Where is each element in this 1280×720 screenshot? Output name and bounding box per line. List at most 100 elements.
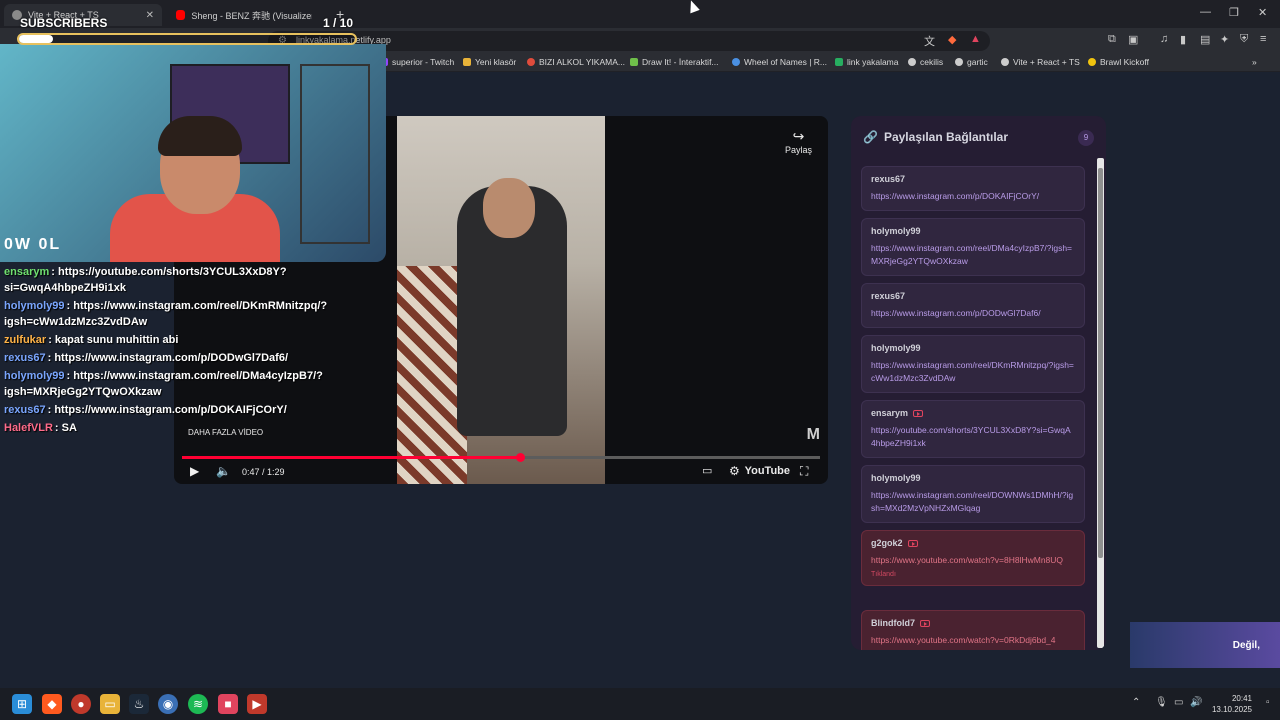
youtube-icon: [907, 539, 918, 547]
chat-username: zulfukar: [4, 334, 47, 346]
link-card[interactable]: holymoly99 https://www.instagram.com/reel…: [861, 218, 1085, 276]
link-card[interactable]: rexus67 https://www.instagram.com/p/DODwG…: [861, 283, 1085, 328]
chat-username: holymoly99: [4, 300, 65, 312]
speaker-icon[interactable]: 🔊: [1190, 697, 1202, 708]
link-url[interactable]: https://www.youtube.com/watch?v=8H8lHwMn…: [871, 554, 1075, 567]
folder-icon: [463, 58, 471, 66]
duration: 1:29: [267, 467, 285, 477]
link-username: rexus67: [871, 291, 906, 301]
link-username: holymoly99: [871, 226, 921, 236]
bookmark-item[interactable]: gartic: [955, 57, 988, 67]
chat-message: holymoly99: https://www.instagram.com/re…: [4, 368, 384, 400]
link-card[interactable]: ensarym https://youtube.com/shorts/3YCUL3…: [861, 400, 1085, 458]
chat-separator: :: [51, 266, 58, 278]
play-icon[interactable]: ▶: [190, 464, 199, 478]
youtube-logo[interactable]: YouTube: [745, 465, 790, 477]
cam-logo: 0W 0L: [4, 236, 62, 253]
bookmark-item[interactable]: Wheel of Names | R...: [732, 57, 827, 67]
steam-icon[interactable]: ♨: [129, 694, 149, 714]
minimize-icon[interactable]: —: [1200, 6, 1211, 18]
bookmark-item[interactable]: Draw It! - İnteraktif...: [630, 57, 719, 67]
link-username: g2gok2: [871, 538, 903, 548]
sidebar-icon[interactable]: ▮: [1180, 33, 1186, 46]
link-icon: 🔗: [863, 130, 878, 144]
wallet-icon[interactable]: ▤: [1200, 33, 1210, 46]
subscribers-progress-bar: [17, 33, 357, 45]
vpn-icon[interactable]: ⛨: [1240, 33, 1248, 46]
scrollbar-thumb[interactable]: [1098, 168, 1103, 558]
video-editor-icon[interactable]: ▶: [247, 694, 267, 714]
wheel-icon: [732, 58, 740, 66]
subtitles-icon[interactable]: ▭: [702, 464, 712, 477]
link-card[interactable]: Blindfold7 https://www.youtube.com/watch?…: [861, 610, 1085, 650]
discord-icon[interactable]: ◉: [158, 694, 178, 714]
menu-icon[interactable]: ≡: [1260, 33, 1266, 45]
subscribers-progress-fill: [19, 35, 53, 43]
link-url[interactable]: https://youtube.com/shorts/3YCUL3XxD8Y?s…: [871, 424, 1075, 450]
bookmark-item[interactable]: cekilis: [908, 57, 943, 67]
link-card[interactable]: holymoly99 https://www.instagram.com/reel…: [861, 335, 1085, 393]
bookmarks-overflow-icon[interactable]: »: [1252, 57, 1257, 67]
share-button[interactable]: ↪ Paylaş: [785, 128, 812, 155]
progress-bar[interactable]: [182, 453, 820, 462]
spotify-icon[interactable]: ≋: [188, 694, 208, 714]
link-username-row: holymoly99: [871, 226, 1075, 236]
windows-start-icon[interactable]: ⊞: [12, 694, 32, 714]
bookmark-item[interactable]: superior - Twitch: [380, 57, 454, 67]
chat-username: holymoly99: [4, 370, 65, 382]
bookmark-item[interactable]: Brawl Kickoff: [1088, 57, 1149, 67]
screenshot-icon[interactable]: ▣: [1128, 33, 1138, 46]
volume-icon[interactable]: 🔈: [216, 464, 231, 478]
tab-youtube[interactable]: Sheng - BENZ 奔驰 (Visualizer) - You: [168, 4, 320, 26]
stream-app-icon[interactable]: ■: [218, 694, 238, 714]
fullscreen-icon[interactable]: ⛶: [800, 464, 808, 479]
panel-header: 🔗 Paylaşılan Bağlantılar: [863, 130, 1008, 144]
microphone-icon[interactable]: 🎙: [1155, 697, 1168, 708]
youtube-icon: [913, 409, 924, 417]
bookmark-item[interactable]: BIZI ALKOL YIKAMA...: [527, 57, 625, 67]
maximize-icon[interactable]: ❐: [1229, 6, 1239, 19]
link-url[interactable]: https://www.instagram.com/p/DOKAIFjCOrY/: [871, 190, 1075, 203]
bookmark-item[interactable]: Yeni klasör: [463, 57, 516, 67]
link-url[interactable]: https://www.instagram.com/reel/DMa4cyIzp…: [871, 242, 1075, 268]
extensions-icon[interactable]: ⧉: [1108, 33, 1116, 46]
chat-text: https://www.instagram.com/p/DOKAIFjCOrY/: [54, 404, 287, 416]
chat-username: rexus67: [4, 352, 46, 364]
link-card[interactable]: holymoly99 https://www.instagram.com/reel…: [861, 465, 1085, 523]
close-tab-icon[interactable]: ✕: [146, 10, 154, 21]
link-url[interactable]: https://www.youtube.com/watch?v=0RkDdj6b…: [871, 634, 1075, 647]
media-icon[interactable]: ♫: [1160, 33, 1168, 45]
file-explorer-icon[interactable]: ▭: [100, 694, 120, 714]
tray-overflow-icon[interactable]: ⌃: [1132, 697, 1140, 708]
brave-shield-icon[interactable]: ◆: [948, 33, 956, 46]
network-icon[interactable]: ▭: [1174, 697, 1183, 708]
link-username-row: rexus67: [871, 291, 1075, 301]
channel-watermark[interactable]: M: [807, 426, 820, 444]
share-icon: ↪: [792, 128, 805, 144]
notifications-icon[interactable]: ▫: [1266, 697, 1270, 708]
shared-links-panel: 🔗 Paylaşılan Bağlantılar 9 rexus67 https:…: [851, 116, 1106, 650]
brave-browser-icon[interactable]: ◆: [42, 694, 62, 714]
globe-icon: [908, 58, 916, 66]
settings-icon[interactable]: ⚙: [729, 464, 740, 478]
bookmark-item[interactable]: Vite + React + TS: [1001, 57, 1080, 67]
scrollbar[interactable]: [1097, 158, 1104, 648]
close-window-icon[interactable]: ✕: [1258, 6, 1267, 19]
link-url[interactable]: https://www.instagram.com/p/DODwGl7Daf6/: [871, 307, 1075, 320]
streamer-headphones: [158, 116, 242, 156]
link-url[interactable]: https://www.instagram.com/reel/DKmRMnitz…: [871, 359, 1075, 385]
link-username-row: g2gok2: [871, 538, 1075, 548]
system-clock[interactable]: 20:41 13.10.2025: [1212, 693, 1252, 715]
link-url[interactable]: https://www.instagram.com/reel/DOWNWs1DM…: [871, 489, 1075, 515]
translate-icon[interactable]: 文: [924, 33, 935, 49]
link-username: rexus67: [871, 174, 906, 184]
link-card[interactable]: rexus67 https://www.instagram.com/p/DOKAI…: [861, 166, 1085, 211]
bookmark-item[interactable]: link yakalama: [835, 57, 899, 67]
youtube-icon: [920, 619, 930, 627]
leo-ai-icon[interactable]: ✦: [1220, 33, 1229, 46]
location-app-icon[interactable]: ●: [71, 694, 91, 714]
chat-message: zulfukar: kapat sunu muhittin abi: [4, 332, 384, 348]
link-username: holymoly99: [871, 473, 921, 483]
rewards-icon[interactable]: ▲: [970, 33, 981, 45]
link-card[interactable]: g2gok2 https://www.youtube.com/watch?v=8H…: [861, 530, 1085, 586]
